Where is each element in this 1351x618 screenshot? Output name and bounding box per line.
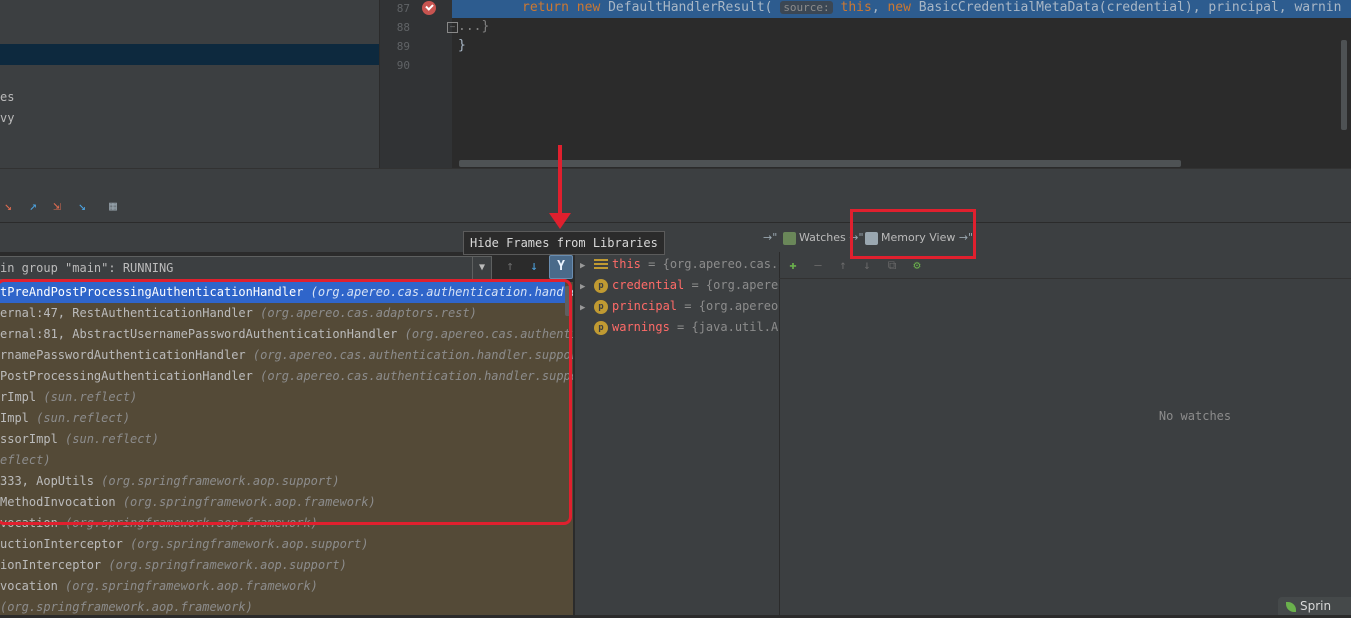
step-into-icon[interactable]: ↗ [25, 199, 41, 215]
frame-package: (org.springframework.aop.support) [108, 558, 347, 572]
expand-arrow-icon[interactable]: ▶ [580, 256, 594, 277]
code-line-89: } [458, 38, 466, 53]
code-keyword: new [576, 0, 601, 15]
project-tree-item[interactable]: vy [0, 111, 14, 125]
move-up-icon[interactable]: ↑ [835, 258, 851, 272]
code-call: DefaultHandlerResult( [608, 0, 773, 15]
add-watch-icon[interactable]: ✚ [785, 258, 801, 272]
debug-toolbar [0, 194, 1351, 223]
annotation-memory-view-box [850, 209, 976, 259]
line-number: 88 [396, 21, 410, 34]
spring-label: Sprin [1300, 599, 1332, 613]
line-number: 89 [396, 40, 410, 53]
variable-value: = {org.apereo.cas.a [648, 257, 786, 271]
expand-arrow-icon[interactable]: ▶ [580, 298, 594, 319]
hide-library-frames-filter-icon[interactable]: Y [549, 255, 573, 279]
annotation-frames-box [0, 279, 572, 525]
tooltip: Hide Frames from Libraries [463, 231, 665, 255]
spring-tool-button[interactable]: Sprin [1278, 597, 1351, 615]
force-step-into-icon[interactable]: ⇲ [49, 199, 65, 215]
variable-name: this [612, 257, 641, 271]
code-line-87: return new DefaultHandlerResult( source:… [522, 0, 1342, 15]
annotation-arrow-head [549, 213, 571, 229]
run-to-cursor-icon[interactable]: ↘ [74, 199, 90, 215]
remove-watch-icon[interactable]: — [810, 258, 826, 272]
watches-panel [779, 252, 1351, 615]
frame-package: (org.springframework.aop.framework) [65, 579, 318, 593]
chevron-down-icon[interactable]: ▼ [472, 256, 492, 280]
line-number: 90 [396, 59, 410, 72]
no-watches-message: No watches [1158, 409, 1232, 423]
editor-horizontal-scrollbar[interactable] [459, 160, 1181, 167]
expand-arrow-icon[interactable]: ▶ [580, 277, 594, 298]
thread-selector[interactable]: in group "main": RUNNING [0, 256, 473, 280]
frame-package: (org.springframework.aop.framework) [0, 600, 253, 614]
move-down-icon[interactable]: ↓ [859, 258, 875, 272]
code-text: BasicCredentialMetaData(credential), pri… [918, 0, 1342, 15]
frame-method: ionInterceptor [0, 558, 102, 572]
code-keyword: new [887, 0, 911, 15]
fold-icon[interactable]: – [447, 22, 458, 33]
next-frame-icon[interactable]: ↓ [525, 257, 543, 277]
watches-settings-icon[interactable]: ⚙ [909, 258, 925, 272]
project-tree-item[interactable]: es [0, 90, 14, 104]
variable-row[interactable]: p warnings = {java.util.Ar [580, 317, 785, 338]
variable-row[interactable]: ▶ this = {org.apereo.cas.a [580, 254, 785, 275]
parameter-icon: p [594, 320, 608, 335]
parameter-icon: p [594, 278, 608, 293]
frame-row[interactable]: uctionInterceptor (org.springframework.a… [0, 534, 573, 555]
spring-leaf-icon [1286, 601, 1296, 612]
frame-package: (org.springframework.aop.support) [130, 537, 369, 551]
frame-row[interactable]: ionInterceptor (org.springframework.aop.… [0, 555, 573, 576]
tab-watches-label: Watches [799, 231, 846, 244]
variable-row[interactable]: ▶ p principal = {org.apereo [580, 296, 778, 317]
code-keyword: return [522, 0, 569, 15]
variable-value: = {org.apereo [684, 299, 779, 313]
parameter-icon: p [594, 299, 608, 314]
frame-row[interactable]: vocation (org.springframework.aop.framew… [0, 576, 573, 597]
variable-name: warnings [612, 320, 670, 334]
project-tree-panel [0, 0, 379, 168]
editor-vertical-scrollbar[interactable] [1341, 40, 1347, 130]
code-keyword: this [840, 0, 872, 15]
breakpoint-icon[interactable] [422, 1, 436, 15]
watches-icon [783, 231, 796, 245]
variable-name: principal [612, 299, 678, 313]
variable-value: = {org.apereo [691, 278, 786, 292]
copy-watch-icon[interactable]: ⧉ [884, 258, 900, 272]
parameter-hint: source: [780, 1, 833, 14]
evaluate-icon[interactable]: ▦ [105, 199, 121, 215]
annotation-arrow-shaft [558, 145, 562, 215]
code-editor[interactable] [452, 0, 1351, 168]
code-line-88: ...} [458, 19, 490, 34]
debug-panel-header [0, 168, 1351, 195]
frame-method: vocation [0, 579, 58, 593]
variable-row[interactable]: ▶ p credential = {org.apereo [580, 275, 785, 296]
project-tree-selected-row[interactable] [0, 44, 379, 65]
variable-value: = {java.util.Ar [677, 320, 786, 334]
line-number: 87 [396, 2, 410, 15]
variables-pin-icon[interactable]: →" [763, 229, 777, 247]
previous-frame-icon[interactable]: ↑ [501, 257, 519, 277]
debugger-tabs-row [0, 223, 1351, 253]
step-over-icon[interactable]: ↘ [0, 199, 16, 215]
field-icon [594, 258, 608, 271]
frame-method: uctionInterceptor [0, 537, 123, 551]
variable-name: credential [612, 278, 685, 292]
